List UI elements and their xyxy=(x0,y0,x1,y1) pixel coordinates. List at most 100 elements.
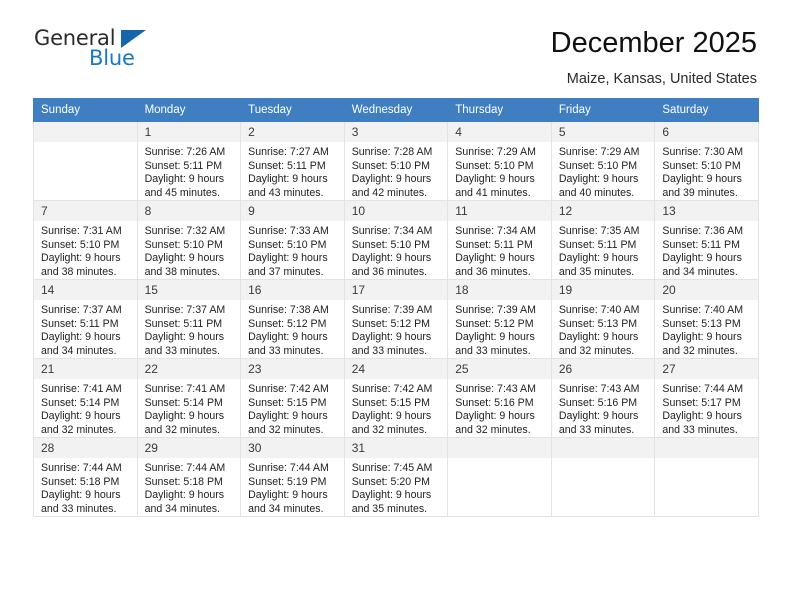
sunset-text: Sunset: 5:11 PM xyxy=(144,159,223,172)
calendar-day-cell[interactable]: 21 Sunrise: 7:41 AM Sunset: 5:14 PM Dayligh… xyxy=(33,358,138,438)
day-sun-info: Sunrise: 7:45 AM Sunset: 5:20 PM Daylight:… xyxy=(345,458,448,516)
daylight-text-line2: and 38 minutes. xyxy=(144,265,220,278)
calendar-day-cell[interactable]: 15 Sunrise: 7:37 AM Sunset: 5:11 PM Dayligh… xyxy=(136,279,242,359)
calendar-day-cell[interactable]: 11 Sunrise: 7:34 AM Sunset: 5:11 PM Dayligh… xyxy=(447,200,552,280)
calendar-day-cell[interactable]: 10 Sunrise: 7:34 AM Sunset: 5:10 PM Dayligh… xyxy=(343,200,449,280)
calendar-day-cell[interactable]: 1 Sunrise: 7:26 AM Sunset: 5:11 PM Daylight… xyxy=(136,121,242,201)
calendar-day-cell[interactable]: 14 Sunrise: 7:37 AM Sunset: 5:11 PM Dayligh… xyxy=(33,279,138,359)
day-sun-info: Sunrise: 7:42 AM Sunset: 5:15 PM Daylight:… xyxy=(241,379,344,437)
calendar-day-cell[interactable]: 19 Sunrise: 7:40 AM Sunset: 5:13 PM Dayligh… xyxy=(550,279,656,359)
day-sun-info: Sunrise: 7:34 AM Sunset: 5:10 PM Daylight:… xyxy=(345,221,448,279)
calendar-day-cell[interactable]: 31 Sunrise: 7:45 AM Sunset: 5:20 PM Dayligh… xyxy=(343,437,449,517)
day-sun-info: Sunrise: 7:31 AM Sunset: 5:10 PM Daylight:… xyxy=(34,221,137,279)
calendar-day-cell[interactable]: 7 Sunrise: 7:31 AM Sunset: 5:10 PM Daylight… xyxy=(33,200,138,280)
calendar-day-cell[interactable]: 29 Sunrise: 7:44 AM Sunset: 5:18 PM Dayligh… xyxy=(136,437,242,517)
sunset-text: Sunset: 5:15 PM xyxy=(248,396,327,409)
daylight-text-line2: and 40 minutes. xyxy=(558,186,635,199)
day-cell-content: 7 Sunrise: 7:31 AM Sunset: 5:10 PM Daylight… xyxy=(34,201,137,279)
day-cell-content: 14 Sunrise: 7:37 AM Sunset: 5:11 PM Dayligh… xyxy=(34,280,137,358)
sunrise-text: Sunrise: 7:42 AM xyxy=(248,383,329,395)
calendar-day-cell[interactable]: 2 Sunrise: 7:27 AM Sunset: 5:11 PM Daylight… xyxy=(240,121,345,201)
calendar-day-cell[interactable]: 23 Sunrise: 7:42 AM Sunset: 5:15 PM Dayligh… xyxy=(240,358,345,438)
sunset-text: Sunset: 5:10 PM xyxy=(351,159,431,172)
calendar-day-cell[interactable]: 6 Sunrise: 7:30 AM Sunset: 5:10 PM Daylight… xyxy=(654,121,759,201)
calendar-table: Sunday Monday Tuesday Wednesday Thursday Frid… xyxy=(33,98,759,517)
day-number xyxy=(551,438,655,458)
page-header: General Blue December 2025 Maize, Kansas… xyxy=(33,0,759,87)
calendar-day-cell[interactable]: 9 Sunrise: 7:33 AM Sunset: 5:10 PM Daylight… xyxy=(240,200,345,280)
day-sun-info: Sunrise: 7:29 AM Sunset: 5:10 PM Daylight:… xyxy=(448,142,551,200)
day-cell-content: 12 Sunrise: 7:35 AM Sunset: 5:11 PM Dayligh… xyxy=(551,201,655,279)
sunrise-text: Sunrise: 7:30 AM xyxy=(662,146,744,158)
sunrise-text: Sunrise: 7:44 AM xyxy=(41,462,122,474)
calendar-day-cell[interactable]: 22 Sunrise: 7:41 AM Sunset: 5:14 PM Dayligh… xyxy=(136,358,242,438)
day-sun-info: Sunrise: 7:40 AM Sunset: 5:13 PM Daylight:… xyxy=(552,300,655,358)
calendar-day-cell[interactable]: 27 Sunrise: 7:44 AM Sunset: 5:17 PM Dayligh… xyxy=(654,358,759,438)
day-number: 5 xyxy=(551,122,655,142)
day-cell-content xyxy=(34,122,137,200)
day-sun-info: Sunrise: 7:41 AM Sunset: 5:14 PM Daylight:… xyxy=(34,379,137,437)
daylight-text-line2: and 36 minutes. xyxy=(455,265,531,278)
calendar-day-cell[interactable]: 17 Sunrise: 7:39 AM Sunset: 5:12 PM Dayligh… xyxy=(343,279,449,359)
day-number: 6 xyxy=(655,122,758,142)
calendar-day-cell[interactable]: 26 Sunrise: 7:43 AM Sunset: 5:16 PM Dayligh… xyxy=(550,358,656,438)
calendar-day-cell[interactable]: 12 Sunrise: 7:35 AM Sunset: 5:11 PM Dayligh… xyxy=(550,200,656,280)
day-cell-content: 6 Sunrise: 7:30 AM Sunset: 5:10 PM Daylight… xyxy=(655,122,758,200)
sunrise-text: Sunrise: 7:28 AM xyxy=(351,146,433,158)
daylight-text-line2: and 32 minutes. xyxy=(351,423,428,436)
sunset-text: Sunset: 5:11 PM xyxy=(662,238,740,251)
day-cell-content: 25 Sunrise: 7:43 AM Sunset: 5:16 PM Dayligh… xyxy=(448,359,551,437)
sunset-text: Sunset: 5:10 PM xyxy=(41,238,120,251)
calendar-page: General Blue December 2025 Maize, Kansas… xyxy=(0,0,792,612)
calendar-cell-empty xyxy=(33,121,138,201)
day-cell-content: 31 Sunrise: 7:45 AM Sunset: 5:20 PM Dayligh… xyxy=(344,438,448,516)
calendar-day-cell[interactable]: 30 Sunrise: 7:44 AM Sunset: 5:19 PM Dayligh… xyxy=(240,437,345,517)
daylight-text-line2: and 34 minutes. xyxy=(662,265,738,278)
weekday-header-tuesday: Tuesday xyxy=(240,98,345,122)
day-number xyxy=(34,122,137,142)
day-cell-content: 16 Sunrise: 7:38 AM Sunset: 5:12 PM Dayligh… xyxy=(241,280,344,358)
sunset-text: Sunset: 5:12 PM xyxy=(455,317,534,330)
day-cell-content: 17 Sunrise: 7:39 AM Sunset: 5:12 PM Dayligh… xyxy=(344,280,448,358)
calendar-week-row: 14 Sunrise: 7:37 AM Sunset: 5:11 PM Dayligh… xyxy=(33,279,759,359)
daylight-text-line2: and 33 minutes. xyxy=(248,344,324,357)
day-cell-content: 22 Sunrise: 7:41 AM Sunset: 5:14 PM Dayligh… xyxy=(137,359,241,437)
day-number: 1 xyxy=(137,122,241,142)
day-sun-info: Sunrise: 7:36 AM Sunset: 5:11 PM Daylight:… xyxy=(655,221,758,279)
sunrise-text: Sunrise: 7:39 AM xyxy=(455,304,536,316)
calendar-day-cell[interactable]: 5 Sunrise: 7:29 AM Sunset: 5:10 PM Daylight… xyxy=(550,121,656,201)
daylight-text-line2: and 33 minutes. xyxy=(455,344,531,357)
calendar-day-cell[interactable]: 24 Sunrise: 7:42 AM Sunset: 5:15 PM Dayligh… xyxy=(343,358,449,438)
daylight-text-line1: Daylight: 9 hours xyxy=(41,252,121,265)
calendar-day-cell[interactable]: 3 Sunrise: 7:28 AM Sunset: 5:10 PM Daylight… xyxy=(343,121,449,201)
calendar-day-cell[interactable]: 28 Sunrise: 7:44 AM Sunset: 5:18 PM Dayligh… xyxy=(33,437,138,517)
day-number: 12 xyxy=(551,201,655,221)
sunrise-text: Sunrise: 7:37 AM xyxy=(144,304,226,316)
day-cell-content: 24 Sunrise: 7:42 AM Sunset: 5:15 PM Dayligh… xyxy=(344,359,448,437)
calendar-day-cell[interactable]: 16 Sunrise: 7:38 AM Sunset: 5:12 PM Dayligh… xyxy=(240,279,345,359)
sunrise-text: Sunrise: 7:45 AM xyxy=(351,462,433,474)
title-block: December 2025 Maize, Kansas, United Stat… xyxy=(551,26,759,89)
generalblue-logo[interactable]: General Blue xyxy=(33,26,153,74)
day-cell-content: 21 Sunrise: 7:41 AM Sunset: 5:14 PM Dayligh… xyxy=(34,359,137,437)
calendar-day-cell[interactable]: 18 Sunrise: 7:39 AM Sunset: 5:12 PM Dayligh… xyxy=(447,279,552,359)
day-number: 18 xyxy=(448,280,551,300)
calendar-day-cell[interactable]: 8 Sunrise: 7:32 AM Sunset: 5:10 PM Daylight… xyxy=(136,200,242,280)
sunrise-text: Sunrise: 7:33 AM xyxy=(248,225,329,237)
calendar-day-cell[interactable]: 25 Sunrise: 7:43 AM Sunset: 5:16 PM Dayligh… xyxy=(447,358,552,438)
day-sun-info: Sunrise: 7:33 AM Sunset: 5:10 PM Daylight:… xyxy=(241,221,344,279)
page-title: December 2025 xyxy=(550,27,757,59)
page-subtitle: Maize, Kansas, United States xyxy=(566,71,757,87)
calendar-day-cell[interactable]: 4 Sunrise: 7:29 AM Sunset: 5:10 PM Daylight… xyxy=(447,121,552,201)
sunset-text: Sunset: 5:11 PM xyxy=(144,317,223,330)
calendar-day-cell[interactable]: 13 Sunrise: 7:36 AM Sunset: 5:11 PM Dayligh… xyxy=(654,200,759,280)
sunset-text: Sunset: 5:19 PM xyxy=(248,475,327,488)
sunset-text: Sunset: 5:16 PM xyxy=(558,396,638,409)
calendar-day-cell[interactable]: 20 Sunrise: 7:40 AM Sunset: 5:13 PM Dayligh… xyxy=(654,279,759,359)
daylight-text-line2: and 38 minutes. xyxy=(41,265,117,278)
day-sun-info: Sunrise: 7:28 AM Sunset: 5:10 PM Daylight:… xyxy=(345,142,448,200)
daylight-text-line1: Daylight: 9 hours xyxy=(558,331,639,344)
daylight-text-line1: Daylight: 9 hours xyxy=(351,252,432,265)
daylight-text-line1: Daylight: 9 hours xyxy=(558,252,639,265)
daylight-text-line1: Daylight: 9 hours xyxy=(351,410,432,423)
